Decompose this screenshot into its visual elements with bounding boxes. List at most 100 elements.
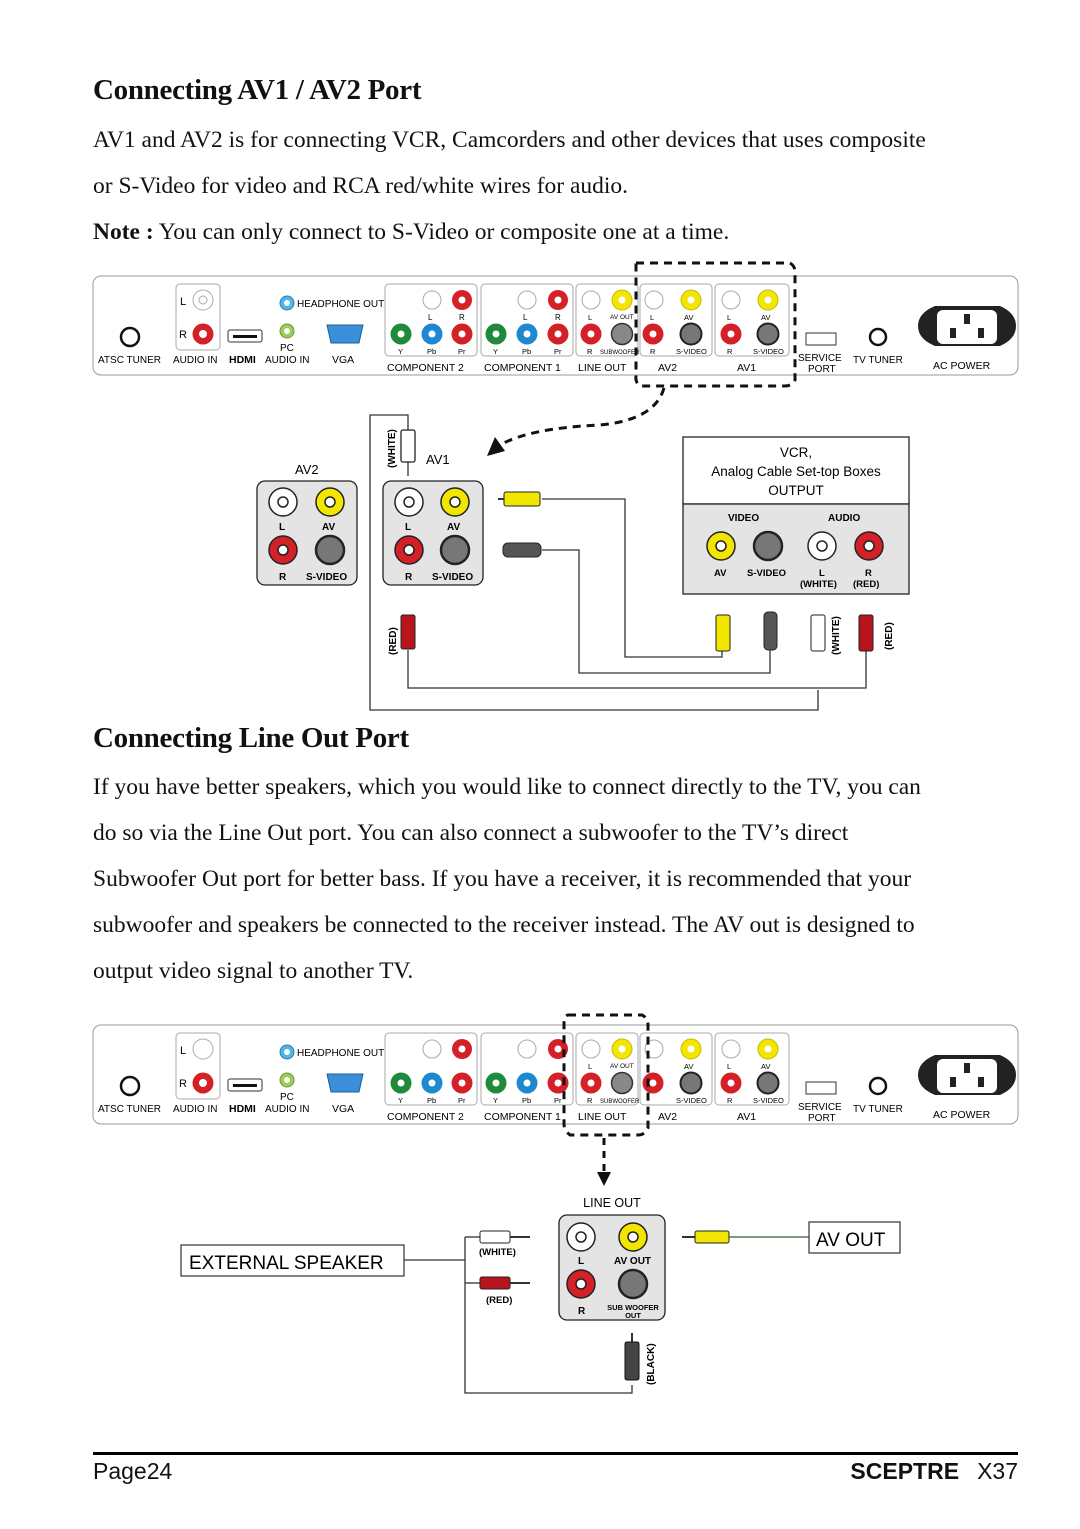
vcr-svideo-label: S-VIDEO: [747, 568, 786, 579]
p2-l: L: [180, 1045, 186, 1057]
vcr-yellow-plug-icon: [715, 614, 731, 652]
headphone-out-label: HEADPHONE OUT: [297, 299, 384, 310]
vcr-av-label: AV: [714, 568, 727, 579]
av-out-yellow-plug-icon: [694, 1230, 730, 1244]
lo-enl-out: OUT: [625, 1311, 641, 1320]
body-line: do so via the Line Out port. You can als…: [93, 820, 849, 846]
pc-label: PC: [280, 343, 294, 354]
speaker-white-plug-icon: [479, 1230, 511, 1244]
av2-av-label: AV: [684, 313, 693, 322]
dashed-arrow-line: [499, 387, 666, 447]
comp2-y-label: Y: [398, 347, 403, 356]
black-plug-label: (BLACK): [646, 1343, 657, 1385]
body-line: subwoofer and speakers be connected to t…: [93, 912, 915, 938]
page-number: Page24: [93, 1458, 173, 1484]
speaker-red-label: (RED): [486, 1295, 512, 1306]
comp2-r-label: R: [459, 313, 465, 322]
p2-atsc-label: ATSC TUNER: [98, 1104, 161, 1115]
vga-port: [326, 324, 364, 344]
p2-comp1: COMPONENT 1: [484, 1111, 561, 1123]
p2-comp2: COMPONENT 2: [387, 1111, 464, 1123]
vcr-title-3: OUTPUT: [768, 483, 824, 498]
p2-c1-pr: Pr: [554, 1096, 562, 1105]
line-out-enlarged-title: LINE OUT: [583, 1196, 641, 1210]
p2-hdmi: HDMI: [229, 1103, 256, 1115]
svideo-plug-icon: [502, 542, 542, 558]
p2-av1: AV1: [737, 1111, 756, 1123]
av1-av-label: AV: [761, 313, 770, 322]
av1-svideo-label: S-VIDEO: [753, 347, 784, 356]
av1-enl-l: L: [405, 522, 411, 533]
white-plug-label: (WHITE): [387, 429, 398, 468]
p2-c2-pr: Pr: [458, 1096, 466, 1105]
lo-enl-l: L: [578, 1256, 584, 1267]
body-line: output video signal to another TV.: [93, 958, 414, 984]
component1-label: COMPONENT 1: [484, 362, 561, 374]
tv-rear-panel: ATSC TUNER L R AUDIO IN HDMI HEADPHONE O…: [92, 275, 1019, 376]
av2-enl-l: L: [279, 522, 285, 533]
audio-in-r-label: R: [179, 329, 187, 341]
av1-enlarged-title: AV1: [426, 452, 450, 467]
av2-l-label: L: [650, 313, 654, 322]
comp1-pb-label: Pb: [522, 347, 531, 356]
vcr-red-plug-icon: [858, 614, 874, 652]
p2-line-out: LINE OUT: [578, 1111, 627, 1123]
p2-audio-in: AUDIO IN: [173, 1104, 217, 1115]
p2-headphone: HEADPHONE OUT: [297, 1048, 384, 1059]
p2-ac-power: AC POWER: [933, 1109, 991, 1121]
vcr-title-2: Analog Cable Set-top Boxes: [711, 464, 881, 479]
av1-enl-svideo: S-VIDEO: [432, 572, 473, 583]
av2-svideo-label: S-VIDEO: [676, 347, 707, 356]
audio-in-l-label: L: [180, 296, 186, 308]
p2-pc-audio: AUDIO IN: [265, 1104, 309, 1115]
body-line: or S-Video for video and RCA red/white w…: [93, 173, 629, 199]
atsc-tuner-label: ATSC TUNER: [98, 355, 161, 366]
section-heading-line-out: Connecting Line Out Port: [93, 722, 409, 754]
vcr-red-label: (RED): [853, 579, 879, 590]
comp2-l-label: L: [428, 313, 433, 322]
lo-enl-r: R: [578, 1306, 586, 1317]
section2-body: If you have better speakers, which you w…: [93, 764, 1023, 994]
hdmi-label: HDMI: [229, 354, 256, 366]
av2-enl-av: AV: [322, 522, 335, 533]
p2-c2-y: Y: [398, 1096, 403, 1105]
p2-av2: AV2: [658, 1111, 677, 1123]
note-line: Note : You can only connect to S-Video o…: [93, 209, 1023, 255]
port-label: PORT: [808, 364, 836, 375]
arrow-down-icon: [597, 1172, 611, 1186]
vcr-svideo-plug-icon: [763, 611, 778, 651]
p2-av2-svideo: S-VIDEO: [676, 1096, 707, 1105]
av2-label: AV2: [658, 362, 677, 374]
p2-pc: PC: [280, 1092, 294, 1103]
comp2-pr-label: Pr: [458, 347, 466, 356]
p2-tv-tuner: TV TUNER: [853, 1104, 903, 1115]
p2-vga: VGA: [332, 1103, 354, 1115]
comp2-pb-label: Pb: [427, 347, 436, 356]
lineout-r-label: R: [587, 347, 593, 356]
comp1-y-label: Y: [493, 347, 498, 356]
black-plug-icon: [624, 1341, 640, 1381]
p2-av1-av: AV: [761, 1062, 770, 1071]
av1-r-label: R: [727, 347, 733, 356]
av-connection-diagram: ATSC TUNER L R AUDIO IN HDMI HEADPHONE O…: [92, 261, 1019, 711]
service-label: SERVICE: [798, 353, 842, 364]
red-plug-icon: [400, 614, 416, 650]
av2-r-label: R: [650, 347, 656, 356]
tv-rear-panel-2: ATSC TUNER L R AUDIO IN HDMI HEADPHONE O…: [92, 1024, 1019, 1125]
vcr-video-label: VIDEO: [728, 513, 759, 524]
section1-body: AV1 and AV2 is for connecting VCR, Camco…: [93, 117, 1023, 255]
subwoofer-jack-icon: [617, 1268, 649, 1300]
section-heading-av1-av2: Connecting AV1 / AV2 Port: [93, 74, 422, 106]
p2-c1-y: Y: [493, 1096, 498, 1105]
p2-service: SERVICE: [798, 1102, 842, 1113]
p2-av1-r: R: [727, 1096, 733, 1105]
red-cable: [407, 650, 867, 689]
lineout-l-label: L: [588, 313, 592, 322]
model-name: X37: [977, 1458, 1018, 1484]
body-line: If you have better speakers, which you w…: [93, 774, 921, 800]
vcr-red-plug-label: (RED): [884, 622, 895, 650]
av-out-label: AV OUT: [816, 1230, 886, 1251]
av2-enlarged-title: AV2: [295, 462, 319, 477]
external-speaker-label: EXTERNAL SPEAKER: [189, 1253, 384, 1274]
lineout-avout-label: AV OUT: [610, 314, 634, 321]
